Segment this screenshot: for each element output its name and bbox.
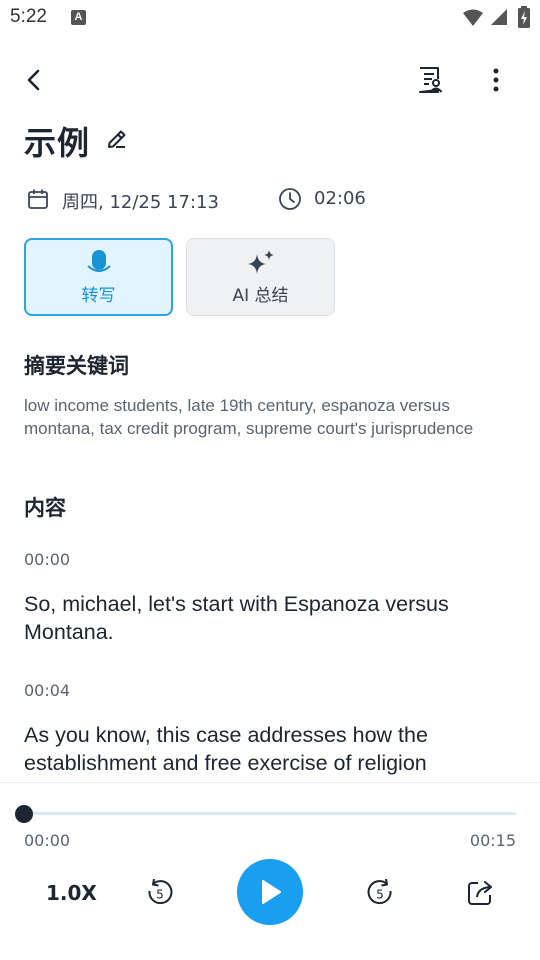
current-time: 00:00 [24, 831, 71, 850]
content-heading: 内容 [24, 496, 66, 520]
microphone-icon [86, 249, 111, 272]
segment-timestamp[interactable]: 00:04 [24, 681, 70, 700]
calendar-icon [28, 189, 48, 209]
segment-text: As you know, this case addresses how the… [24, 723, 428, 782]
more-options-button[interactable] [476, 60, 516, 100]
summary-keywords: low income students, late 19th century, … [24, 396, 474, 438]
tab-ai-summary[interactable]: AI 总结 [186, 238, 335, 316]
back-button[interactable] [14, 60, 54, 100]
signal-icon [491, 9, 507, 25]
clock-icon [279, 188, 301, 210]
forward-5-icon: 5 [367, 878, 392, 905]
status-time: 5:22 [10, 6, 47, 27]
playback-speed-button[interactable]: 1.0X [46, 881, 97, 905]
back-arrow-icon [27, 69, 40, 91]
play-button[interactable] [237, 859, 303, 925]
transcript-list[interactable]: 00:00 So, michael, let's start with Espa… [0, 540, 540, 782]
recording-date: 周四, 12/25 17:13 [62, 192, 219, 213]
segment-timestamp[interactable]: 00:00 [24, 550, 70, 569]
edit-title-button[interactable] [102, 124, 132, 154]
tab-transcription-label: 转写 [81, 285, 116, 306]
wifi-icon [463, 9, 483, 26]
transcript-speaker-button[interactable] [410, 60, 450, 100]
more-vert-icon [493, 68, 499, 92]
pencil-icon [108, 130, 126, 148]
progress-handle[interactable] [15, 805, 33, 823]
rewind-button[interactable]: 5 [140, 873, 180, 913]
recording-duration: 02:06 [314, 188, 366, 209]
summary-heading: 摘要关键词 [24, 354, 129, 378]
forward-button[interactable]: 5 [360, 873, 400, 913]
share-icon [468, 881, 492, 905]
page-title: 示例 [24, 124, 91, 162]
battery-icon [518, 6, 530, 28]
sparkles-icon [247, 249, 274, 274]
segment-text: So, michael, let's start with Espanoza v… [24, 592, 449, 644]
rewind-seconds: 5 [156, 888, 164, 902]
audio-player: 00:00 00:15 1.0X 5 5 [0, 782, 540, 960]
document-person-icon [419, 67, 443, 93]
forward-seconds: 5 [376, 888, 384, 902]
total-time: 00:15 [469, 831, 516, 850]
replay-5-icon: 5 [148, 878, 173, 905]
tab-transcription[interactable]: 转写 [24, 238, 173, 316]
share-button[interactable] [460, 873, 500, 913]
tab-ai-summary-label: AI 总结 [232, 285, 289, 306]
play-icon [262, 880, 281, 904]
status-bar: 5:22 A [0, 0, 540, 38]
progress-track[interactable] [24, 812, 516, 815]
notification-icon: A [71, 10, 86, 25]
